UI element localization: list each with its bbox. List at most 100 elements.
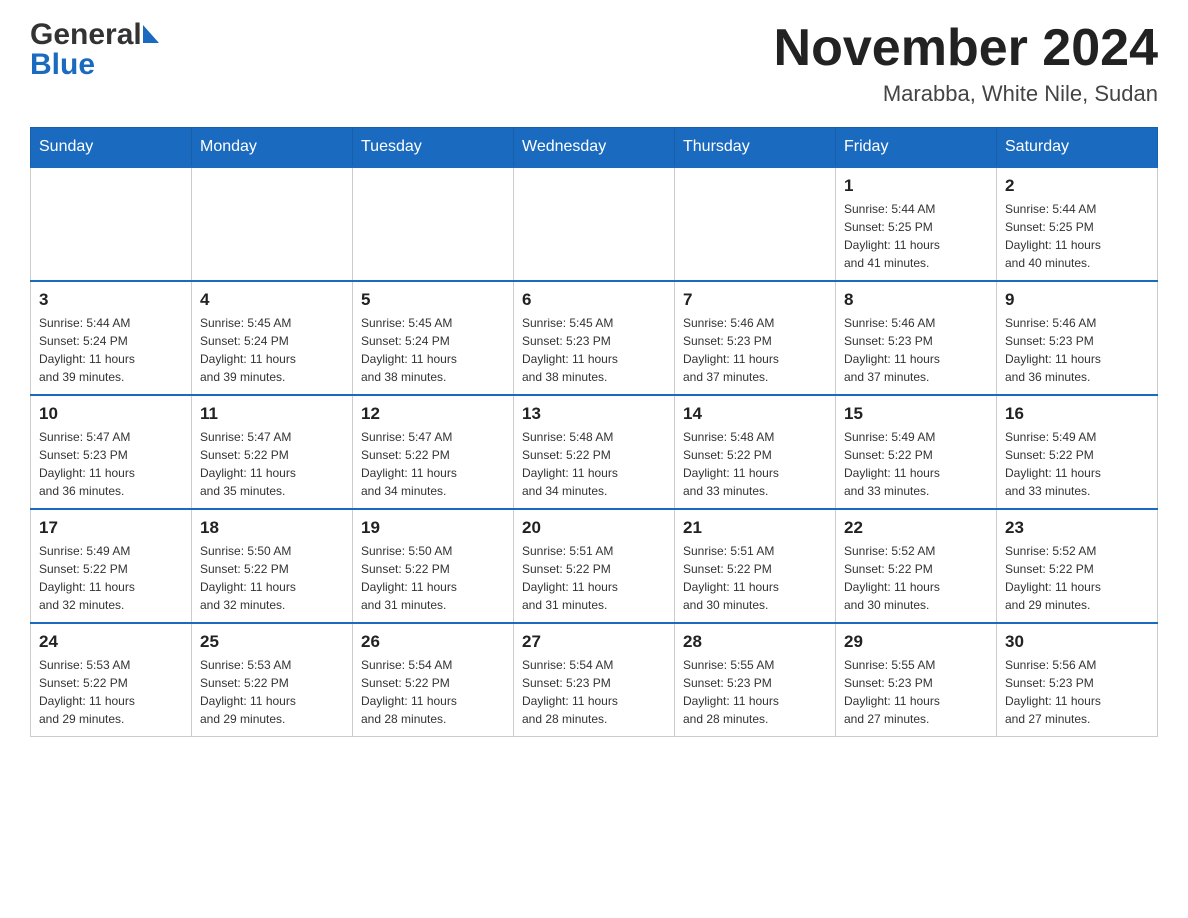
day-info: Sunrise: 5:45 AMSunset: 5:24 PMDaylight:… (200, 314, 344, 386)
day-number: 27 (522, 632, 666, 652)
calendar-cell: 26Sunrise: 5:54 AMSunset: 5:22 PMDayligh… (353, 623, 514, 737)
calendar-cell: 6 Sunrise: 5:45 AMSunset: 5:23 PMDaylight… (514, 281, 675, 395)
day-info: Sunrise: 5:44 AMSunset: 5:24 PMDaylight:… (39, 314, 183, 386)
title-block: November 2024 Marabba, White Nile, Sudan (774, 20, 1158, 107)
calendar-subtitle: Marabba, White Nile, Sudan (774, 81, 1158, 107)
day-number: 25 (200, 632, 344, 652)
day-number: 12 (361, 404, 505, 424)
calendar-table: SundayMondayTuesdayWednesdayThursdayFrid… (30, 127, 1158, 737)
calendar-cell: 11 Sunrise: 5:47 AMSunset: 5:22 PMDayligh… (192, 395, 353, 509)
calendar-cell: 19 Sunrise: 5:50 AMSunset: 5:22 PMDayligh… (353, 509, 514, 623)
calendar-cell: 23 Sunrise: 5:52 AMSunset: 5:22 PMDayligh… (997, 509, 1158, 623)
calendar-cell: 7 Sunrise: 5:46 AMSunset: 5:23 PMDaylight… (675, 281, 836, 395)
weekday-header-saturday: Saturday (997, 128, 1158, 168)
calendar-cell: 18 Sunrise: 5:50 AMSunset: 5:22 PMDayligh… (192, 509, 353, 623)
day-info: Sunrise: 5:53 AMSunset: 5:22 PMDaylight:… (200, 656, 344, 728)
day-info: Sunrise: 5:52 AMSunset: 5:22 PMDaylight:… (844, 542, 988, 614)
calendar-cell: 12 Sunrise: 5:47 AMSunset: 5:22 PMDayligh… (353, 395, 514, 509)
day-info: Sunrise: 5:54 AMSunset: 5:22 PMDaylight:… (361, 656, 505, 728)
day-info: Sunrise: 5:44 AMSunset: 5:25 PMDaylight:… (844, 200, 988, 272)
day-info: Sunrise: 5:55 AMSunset: 5:23 PMDaylight:… (683, 656, 827, 728)
day-info: Sunrise: 5:50 AMSunset: 5:22 PMDaylight:… (200, 542, 344, 614)
day-info: Sunrise: 5:45 AMSunset: 5:23 PMDaylight:… (522, 314, 666, 386)
day-number: 23 (1005, 518, 1149, 538)
calendar-cell: 30Sunrise: 5:56 AMSunset: 5:23 PMDayligh… (997, 623, 1158, 737)
day-info: Sunrise: 5:47 AMSunset: 5:23 PMDaylight:… (39, 428, 183, 500)
day-info: Sunrise: 5:51 AMSunset: 5:22 PMDaylight:… (522, 542, 666, 614)
calendar-cell: 15 Sunrise: 5:49 AMSunset: 5:22 PMDayligh… (836, 395, 997, 509)
day-number: 19 (361, 518, 505, 538)
calendar-cell: 24Sunrise: 5:53 AMSunset: 5:22 PMDayligh… (31, 623, 192, 737)
calendar-cell: 17 Sunrise: 5:49 AMSunset: 5:22 PMDayligh… (31, 509, 192, 623)
weekday-header-friday: Friday (836, 128, 997, 168)
logo: General Blue (30, 20, 159, 80)
logo-blue-text: Blue (30, 50, 159, 80)
calendar-cell: 8 Sunrise: 5:46 AMSunset: 5:23 PMDaylight… (836, 281, 997, 395)
day-number: 17 (39, 518, 183, 538)
day-info: Sunrise: 5:45 AMSunset: 5:24 PMDaylight:… (361, 314, 505, 386)
calendar-cell: 27 Sunrise: 5:54 AMSunset: 5:23 PMDayligh… (514, 623, 675, 737)
week-row-2: 3Sunrise: 5:44 AMSunset: 5:24 PMDaylight… (31, 281, 1158, 395)
calendar-cell: 3Sunrise: 5:44 AMSunset: 5:24 PMDaylight… (31, 281, 192, 395)
weekday-header-monday: Monday (192, 128, 353, 168)
day-info: Sunrise: 5:49 AMSunset: 5:22 PMDaylight:… (1005, 428, 1149, 500)
calendar-cell: 28 Sunrise: 5:55 AMSunset: 5:23 PMDayligh… (675, 623, 836, 737)
day-number: 1 (844, 176, 988, 196)
calendar-cell: 10 Sunrise: 5:47 AMSunset: 5:23 PMDayligh… (31, 395, 192, 509)
day-number: 8 (844, 290, 988, 310)
day-info: Sunrise: 5:48 AMSunset: 5:22 PMDaylight:… (522, 428, 666, 500)
day-info: Sunrise: 5:52 AMSunset: 5:22 PMDaylight:… (1005, 542, 1149, 614)
calendar-cell: 20 Sunrise: 5:51 AMSunset: 5:22 PMDayligh… (514, 509, 675, 623)
day-info: Sunrise: 5:46 AMSunset: 5:23 PMDaylight:… (844, 314, 988, 386)
day-info: Sunrise: 5:48 AMSunset: 5:22 PMDaylight:… (683, 428, 827, 500)
day-number: 2 (1005, 176, 1149, 196)
calendar-cell: 21Sunrise: 5:51 AMSunset: 5:22 PMDayligh… (675, 509, 836, 623)
day-info: Sunrise: 5:50 AMSunset: 5:22 PMDaylight:… (361, 542, 505, 614)
day-number: 18 (200, 518, 344, 538)
logo-arrow-icon (143, 25, 159, 43)
calendar-cell: 2Sunrise: 5:44 AMSunset: 5:25 PMDaylight… (997, 167, 1158, 281)
day-number: 29 (844, 632, 988, 652)
day-number: 5 (361, 290, 505, 310)
day-number: 16 (1005, 404, 1149, 424)
calendar-cell: 5 Sunrise: 5:45 AMSunset: 5:24 PMDaylight… (353, 281, 514, 395)
day-info: Sunrise: 5:47 AMSunset: 5:22 PMDaylight:… (361, 428, 505, 500)
calendar-cell: 22 Sunrise: 5:52 AMSunset: 5:22 PMDayligh… (836, 509, 997, 623)
calendar-cell: 4 Sunrise: 5:45 AMSunset: 5:24 PMDaylight… (192, 281, 353, 395)
page-header: General Blue November 2024 Marabba, Whit… (30, 20, 1158, 107)
calendar-cell (31, 167, 192, 281)
weekday-header-tuesday: Tuesday (353, 128, 514, 168)
day-number: 22 (844, 518, 988, 538)
calendar-title: November 2024 (774, 20, 1158, 77)
day-info: Sunrise: 5:56 AMSunset: 5:23 PMDaylight:… (1005, 656, 1149, 728)
day-info: Sunrise: 5:47 AMSunset: 5:22 PMDaylight:… (200, 428, 344, 500)
calendar-cell: 29Sunrise: 5:55 AMSunset: 5:23 PMDayligh… (836, 623, 997, 737)
day-info: Sunrise: 5:46 AMSunset: 5:23 PMDaylight:… (683, 314, 827, 386)
day-number: 10 (39, 404, 183, 424)
weekday-header-row: SundayMondayTuesdayWednesdayThursdayFrid… (31, 128, 1158, 168)
weekday-header-thursday: Thursday (675, 128, 836, 168)
week-row-1: 1 Sunrise: 5:44 AMSunset: 5:25 PMDaylight… (31, 167, 1158, 281)
day-number: 7 (683, 290, 827, 310)
day-info: Sunrise: 5:49 AMSunset: 5:22 PMDaylight:… (844, 428, 988, 500)
calendar-cell: 1 Sunrise: 5:44 AMSunset: 5:25 PMDaylight… (836, 167, 997, 281)
day-number: 20 (522, 518, 666, 538)
day-number: 14 (683, 404, 827, 424)
calendar-cell: 9 Sunrise: 5:46 AMSunset: 5:23 PMDaylight… (997, 281, 1158, 395)
calendar-cell (353, 167, 514, 281)
day-number: 6 (522, 290, 666, 310)
day-number: 9 (1005, 290, 1149, 310)
week-row-5: 24Sunrise: 5:53 AMSunset: 5:22 PMDayligh… (31, 623, 1158, 737)
calendar-cell (514, 167, 675, 281)
calendar-cell (192, 167, 353, 281)
day-number: 21 (683, 518, 827, 538)
day-number: 28 (683, 632, 827, 652)
day-info: Sunrise: 5:54 AMSunset: 5:23 PMDaylight:… (522, 656, 666, 728)
day-info: Sunrise: 5:46 AMSunset: 5:23 PMDaylight:… (1005, 314, 1149, 386)
day-number: 15 (844, 404, 988, 424)
day-info: Sunrise: 5:49 AMSunset: 5:22 PMDaylight:… (39, 542, 183, 614)
calendar-cell: 14 Sunrise: 5:48 AMSunset: 5:22 PMDayligh… (675, 395, 836, 509)
day-number: 4 (200, 290, 344, 310)
calendar-cell (675, 167, 836, 281)
day-number: 11 (200, 404, 344, 424)
